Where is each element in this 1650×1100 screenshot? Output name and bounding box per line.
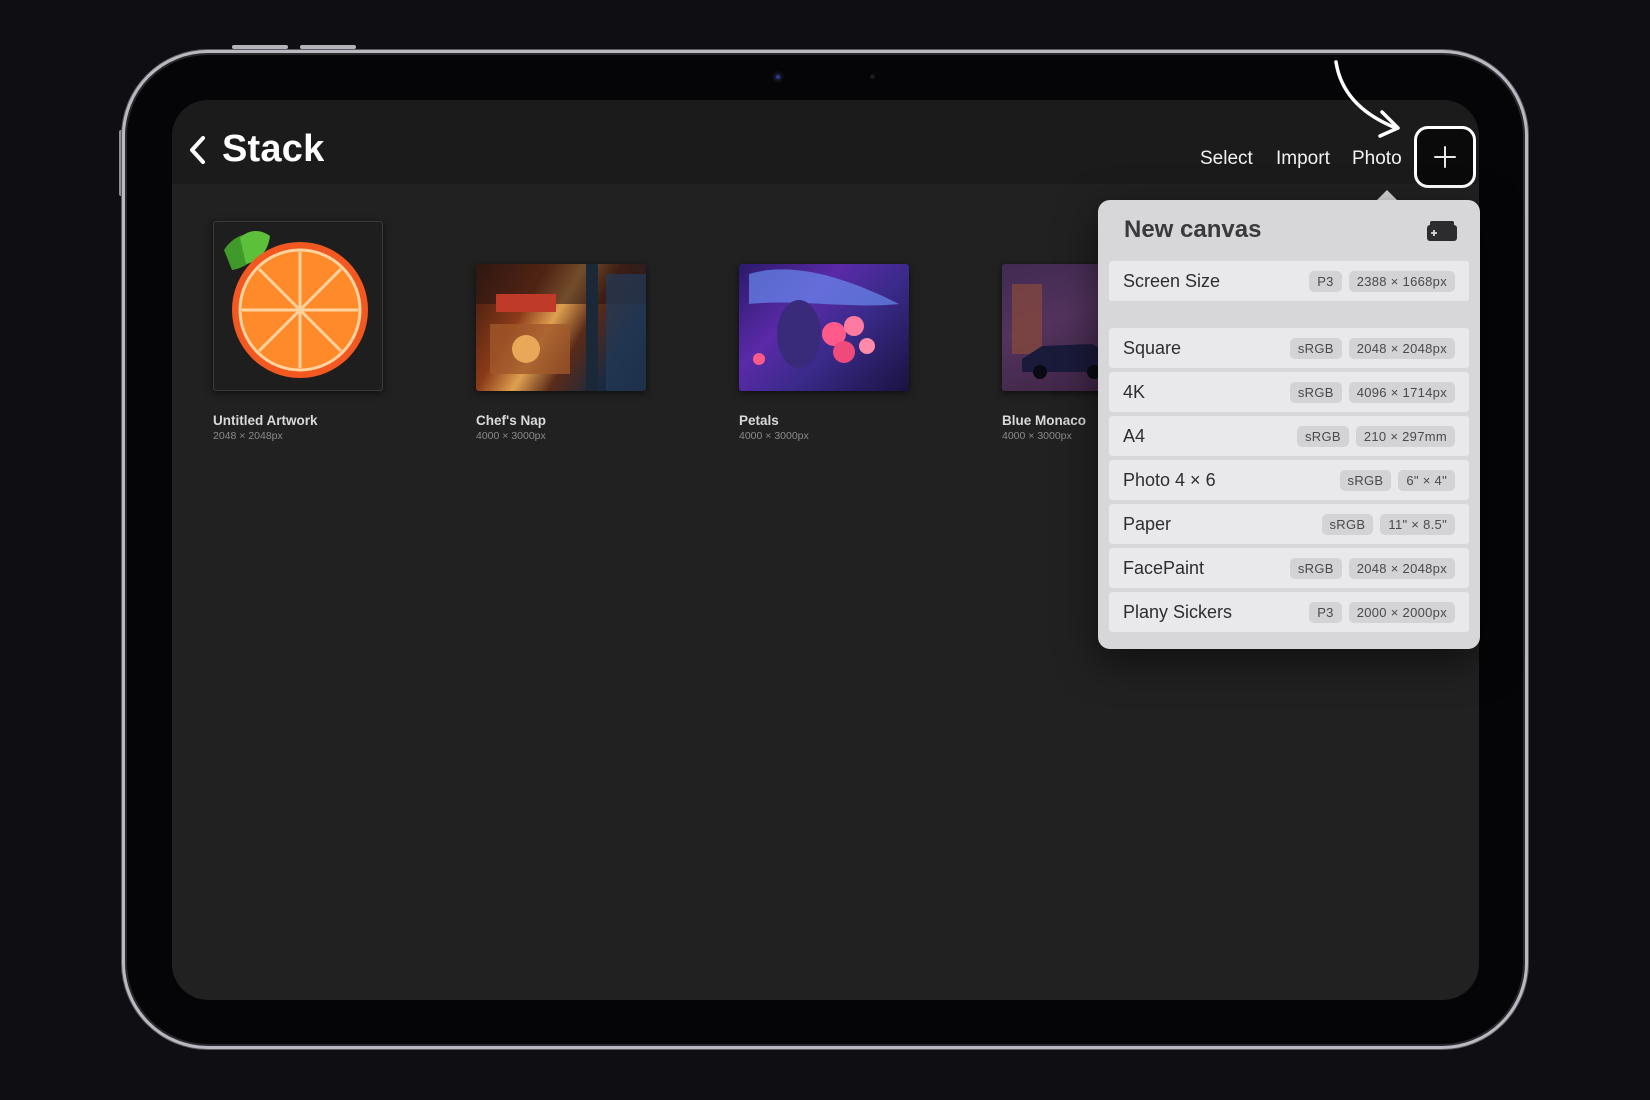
- petals-image: [749, 269, 899, 368]
- color-profile-badge: sRGB: [1289, 557, 1342, 579]
- artwork-thumbnail: [213, 221, 383, 391]
- back-button[interactable]: Stack: [186, 128, 324, 171]
- dimensions-badge: 2048 × 2048px: [1348, 557, 1455, 579]
- top-button-2: [300, 45, 356, 49]
- preset-row-facepaint[interactable]: FacePaint sRGB 2048 × 2048px: [1109, 548, 1469, 588]
- preset-row-plany-sickers[interactable]: Plany Sickers P3 2000 × 2000px: [1109, 592, 1469, 632]
- preset-row-screen-size[interactable]: Screen Size P3 2388 × 1668px: [1109, 261, 1469, 301]
- color-profile-badge: sRGB: [1289, 381, 1342, 403]
- preset-name: Photo 4 × 6: [1123, 469, 1216, 490]
- artwork-size: 4000 × 3000px: [1002, 430, 1072, 442]
- artwork-name: Petals: [739, 413, 779, 428]
- preset-name: Paper: [1123, 513, 1172, 534]
- artwork-size: 2048 × 2048px: [213, 430, 283, 442]
- annotation-arrow-icon: [1334, 60, 1400, 138]
- new-canvas-button[interactable]: [1414, 126, 1476, 188]
- market-scene-image: [476, 264, 646, 391]
- select-button[interactable]: Select: [1200, 148, 1253, 170]
- preset-name: A4: [1123, 425, 1146, 446]
- artwork-name: Chef's Nap: [476, 413, 546, 428]
- color-profile-badge: sRGB: [1321, 513, 1374, 535]
- preset-row-square[interactable]: Square sRGB 2048 × 2048px: [1109, 328, 1469, 368]
- orange-image: [224, 231, 368, 378]
- preset-name: 4K: [1123, 381, 1146, 402]
- artwork-size: 4000 × 3000px: [739, 430, 809, 442]
- dimensions-badge: 210 × 297mm: [1355, 425, 1455, 447]
- dimensions-badge: 2048 × 2048px: [1348, 337, 1455, 359]
- artwork-size: 4000 × 3000px: [476, 430, 546, 442]
- page-title: Stack: [222, 128, 325, 170]
- preset-row-a4[interactable]: A4 sRGB 210 × 297mm: [1109, 416, 1469, 456]
- dimensions-badge: 11" × 8.5": [1380, 513, 1455, 535]
- dimensions-badge: 4096 × 1714px: [1348, 381, 1455, 403]
- dimensions-badge: 6" × 4": [1398, 469, 1455, 491]
- artwork-thumbnail: [476, 264, 646, 391]
- preset-row-4k[interactable]: 4K sRGB 4096 × 1714px: [1109, 372, 1469, 412]
- popover-title: New canvas: [1124, 216, 1262, 243]
- color-profile-badge: sRGB: [1289, 337, 1342, 359]
- import-button[interactable]: Import: [1276, 148, 1330, 170]
- preset-name: Screen Size: [1123, 270, 1221, 291]
- plus-icon: [1434, 146, 1456, 168]
- photo-button[interactable]: Photo: [1352, 148, 1402, 170]
- preset-row-paper[interactable]: Paper sRGB 11" × 8.5": [1109, 504, 1469, 544]
- front-camera: [774, 73, 782, 81]
- dimensions-badge: 2000 × 2000px: [1348, 601, 1455, 623]
- new-canvas-add-icon[interactable]: [1426, 220, 1458, 242]
- color-profile-badge: P3: [1309, 270, 1342, 292]
- color-profile-badge: P3: [1309, 601, 1342, 623]
- artwork-thumbnail: [739, 264, 909, 391]
- top-bar: Stack Select Import Photo: [172, 100, 1479, 184]
- color-profile-badge: sRGB: [1296, 425, 1349, 447]
- preset-name: Square: [1123, 337, 1182, 358]
- chevron-left-icon: [190, 135, 205, 164]
- preset-name: FacePaint: [1123, 557, 1205, 578]
- camera-sensor: [870, 74, 875, 79]
- artwork-name: Blue Monaco: [1002, 413, 1087, 428]
- color-profile-badge: sRGB: [1339, 469, 1392, 491]
- top-button-1: [232, 45, 288, 49]
- new-canvas-popover: New canvas Screen Size P3 2388 × 1668px …: [1098, 200, 1480, 649]
- artwork-name: Untitled Artwork: [213, 413, 318, 428]
- preset-name: Plany Sickers: [1123, 601, 1233, 622]
- dimensions-badge: 2388 × 1668px: [1348, 270, 1455, 292]
- preset-row-photo[interactable]: Photo 4 × 6 sRGB 6" × 4": [1109, 460, 1469, 500]
